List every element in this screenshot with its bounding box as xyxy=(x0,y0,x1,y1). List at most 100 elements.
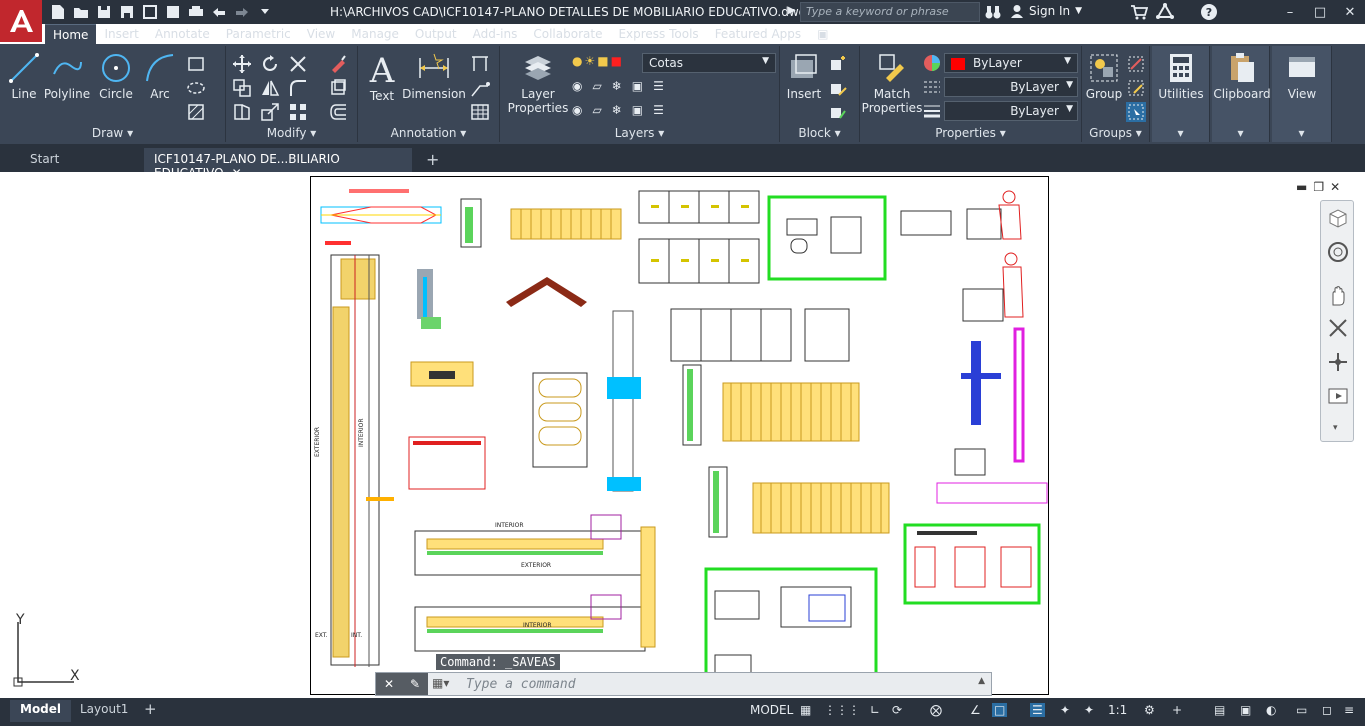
tab-annotate[interactable]: Annotate xyxy=(147,24,218,45)
insert-button[interactable]: Insert xyxy=(784,52,824,101)
tab-insert[interactable]: Insert xyxy=(96,24,146,45)
new-layout-button[interactable]: + xyxy=(138,700,163,722)
pan-icon[interactable] xyxy=(1327,285,1349,310)
chevron-down-icon[interactable]: ▾ xyxy=(1212,126,1269,140)
qat-dropdown-icon[interactable] xyxy=(255,2,275,22)
snap-icon[interactable]: ⋮⋮⋮ xyxy=(824,703,860,717)
lineweight-dropdown[interactable]: ByLayer ▼ xyxy=(944,101,1078,121)
move-icon[interactable] xyxy=(232,54,252,74)
layer-merge-icon[interactable]: ☰ xyxy=(653,103,664,117)
leader-icon[interactable] xyxy=(470,54,490,74)
quick-properties-icon[interactable]: ▣ xyxy=(1240,703,1251,717)
clipboard-button[interactable]: Clipboard xyxy=(1213,52,1271,101)
command-line[interactable]: ✕ ✎ ▦▾ Type a command ▲ xyxy=(375,672,992,696)
annotation-monitor-icon[interactable]: + xyxy=(1172,703,1182,717)
navbar-options-icon[interactable]: ▾ xyxy=(1333,423,1338,433)
multileader-icon[interactable] xyxy=(470,78,490,98)
rotate-icon[interactable] xyxy=(260,54,280,74)
create-block-icon[interactable] xyxy=(828,54,848,74)
drawing-area[interactable]: EXTERIOR INTERIOR EXT. INT. INTERIOR EXT… xyxy=(0,172,1365,698)
drawing-tab[interactable]: ICF10147-PLANO DE...BILIARIO EDUCATIVO✕ xyxy=(144,148,412,180)
layer-unlock-icon[interactable]: ▣ xyxy=(632,103,643,117)
erase-icon[interactable] xyxy=(328,54,348,74)
showmotion-icon[interactable] xyxy=(1327,385,1349,410)
view-button[interactable]: View xyxy=(1274,52,1330,101)
groups-panel-title[interactable]: Groups ▾ xyxy=(1082,126,1149,140)
draw-panel-title[interactable]: Draw ▾ xyxy=(0,126,225,140)
edit-block-icon[interactable] xyxy=(828,78,848,98)
open-icon[interactable] xyxy=(71,2,91,22)
redo-icon[interactable] xyxy=(232,2,252,22)
layout-sheet[interactable]: EXTERIOR INTERIOR EXT. INT. INTERIOR EXT… xyxy=(310,176,1049,695)
ellipse-icon[interactable] xyxy=(186,78,206,98)
view-panel[interactable]: View ▾ xyxy=(1272,46,1332,142)
explode-icon[interactable] xyxy=(328,78,348,98)
tab-home[interactable]: Home xyxy=(45,24,97,45)
tab-featured-apps[interactable]: Featured Apps xyxy=(707,24,809,45)
annotation-panel-title[interactable]: Annotation ▾ xyxy=(358,126,499,140)
rectangle-icon[interactable] xyxy=(186,54,206,74)
selection-cycling-icon[interactable]: □ xyxy=(992,703,1008,717)
layout1-tab[interactable]: Layout1 xyxy=(70,700,138,722)
group-selection-icon[interactable] xyxy=(1126,102,1146,122)
line-button[interactable]: Line xyxy=(6,52,42,101)
mirror-icon[interactable] xyxy=(260,78,280,98)
color-wheel-icon[interactable] xyxy=(922,53,942,73)
block-panel-title[interactable]: Block ▾ xyxy=(780,126,859,140)
modify-panel-title[interactable]: Modify ▾ xyxy=(226,126,357,140)
viewcube-icon[interactable] xyxy=(1327,207,1349,232)
clean-screen-icon[interactable]: ◻ xyxy=(1322,703,1332,717)
customization-icon[interactable]: ≡ xyxy=(1344,703,1354,717)
layer-match-icon[interactable]: ▱ xyxy=(592,103,601,117)
tab-parametric[interactable]: Parametric xyxy=(218,24,299,45)
tab-add-ins[interactable]: Add-ins xyxy=(465,24,526,45)
sun-icon[interactable]: ☀ xyxy=(584,54,595,68)
cart-icon[interactable] xyxy=(1130,4,1149,23)
new-tab-button[interactable]: + xyxy=(420,148,444,172)
arc-button[interactable]: Arc xyxy=(142,52,178,101)
layer-dropdown[interactable]: Cotas ▼ xyxy=(642,53,776,73)
lineweight-icon[interactable] xyxy=(922,101,942,121)
lineweight-toggle-icon[interactable]: ☰ xyxy=(1030,703,1045,717)
hatch-icon[interactable] xyxy=(186,102,206,122)
plot-icon[interactable] xyxy=(186,2,206,22)
layer-off-icon[interactable]: ◉ xyxy=(572,79,582,93)
lightbulb-icon[interactable]: ● xyxy=(572,54,582,68)
app-menu-button[interactable] xyxy=(0,0,42,42)
linetype-dropdown[interactable]: ByLayer ▼ xyxy=(944,77,1078,97)
match-properties-button[interactable]: Match Properties xyxy=(862,52,922,115)
help-icon[interactable]: ? xyxy=(1200,3,1218,24)
color-dropdown[interactable]: ByLayer ▼ xyxy=(944,53,1078,73)
units-icon[interactable]: ▤ xyxy=(1214,703,1225,717)
isolate-objects-icon[interactable]: ◐ xyxy=(1266,703,1276,717)
layer-current-icon[interactable]: ◉ xyxy=(572,103,582,117)
tab-manage[interactable]: Manage xyxy=(343,24,407,45)
connect-icon[interactable] xyxy=(1155,3,1175,24)
grid-icon[interactable]: ▦ xyxy=(800,703,811,717)
command-prompt-icon[interactable]: ▦▾ xyxy=(432,676,449,690)
customize-command-icon[interactable]: ✎ xyxy=(410,677,420,691)
chevron-down-icon[interactable]: ▾ xyxy=(1152,126,1209,140)
zoom-extents-icon[interactable] xyxy=(1327,317,1349,342)
command-history-toggle-icon[interactable]: ▲ xyxy=(978,676,985,686)
sign-in-button[interactable]: Sign In ▼ xyxy=(1010,4,1082,18)
utilities-panel[interactable]: Utilities ▾ xyxy=(1152,46,1210,142)
layer-freeze-icon[interactable]: ❄ xyxy=(612,79,622,93)
ribbon-options-icon[interactable]: ▣ xyxy=(809,24,836,45)
stretch-icon[interactable] xyxy=(232,102,252,122)
offset-icon[interactable] xyxy=(328,102,348,122)
clipboard-panel[interactable]: Clipboard ▾ xyxy=(1212,46,1271,142)
fillet-icon[interactable] xyxy=(288,78,308,98)
close-command-icon[interactable]: ✕ xyxy=(384,677,394,691)
minimize-button[interactable]: – xyxy=(1275,0,1305,24)
utilities-button[interactable]: Utilities xyxy=(1154,52,1208,101)
layer-thaw-icon[interactable]: ❄ xyxy=(612,103,622,117)
osnap-icon[interactable]: ⨂ xyxy=(930,703,942,717)
properties-panel-title[interactable]: Properties ▾ xyxy=(860,126,1081,140)
copy-icon[interactable] xyxy=(232,78,252,98)
array-icon[interactable] xyxy=(288,102,308,122)
tab-collaborate[interactable]: Collaborate xyxy=(525,24,610,45)
annotation-scale[interactable]: 1:1 xyxy=(1108,703,1127,717)
hardware-acceleration-icon[interactable]: ▭ xyxy=(1296,703,1307,717)
start-tab[interactable]: Start xyxy=(20,148,140,172)
